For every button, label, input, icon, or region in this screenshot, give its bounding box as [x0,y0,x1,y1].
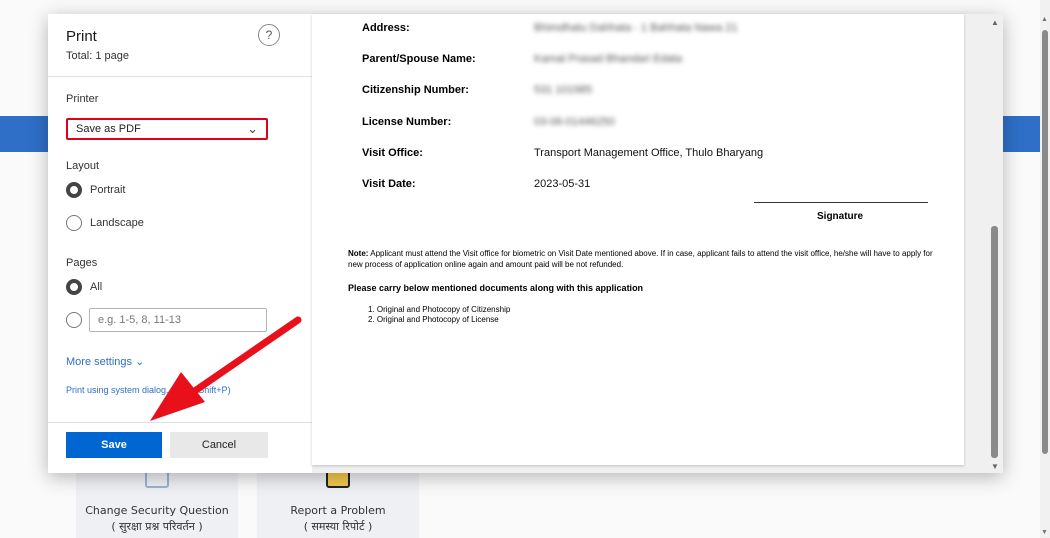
more-settings-link[interactable]: More settings ⌄ [66,355,144,368]
address-value: Bhimdhatu Dahhata - 1 Bahhata Nawa 21 [534,22,738,34]
printer-select[interactable]: Save as PDF ⌄ [66,118,268,140]
visit-office-value: Transport Management Office, Thulo Bhary… [534,147,764,159]
save-button[interactable]: Save [66,432,162,458]
scroll-up-icon[interactable]: ▲ [991,18,999,27]
print-dialog: Print Total: 1 page ? Printer Save as PD… [48,14,1003,473]
parent-name-value: Kamal Prasad Bhandari Edata [534,53,682,65]
scroll-up-icon[interactable]: ▲ [1041,16,1048,23]
system-dialog-link[interactable]: Print using system dialog... (Ctrl+Shift… [66,385,231,395]
radio-label: Landscape [90,217,144,229]
scroll-down-icon[interactable]: ▼ [991,462,999,471]
card-title: Report a Problem [290,504,386,517]
help-icon[interactable]: ? [258,24,280,46]
citizenship-label: Citizenship Number: [362,84,469,96]
signature-line [754,202,928,203]
note-body: Applicant must attend the Visit office f… [348,249,933,269]
radio-label: Portrait [90,184,126,196]
cancel-button[interactable]: Cancel [170,432,268,458]
signature-label: Signature [817,211,864,222]
documents-heading: Please carry below mentioned documents a… [348,283,644,293]
card-subtitle: ( समस्या रिपोर्ट ) [303,520,373,533]
chevron-down-icon: ⌄ [247,121,258,136]
scroll-down-icon[interactable]: ▼ [1041,529,1048,536]
documents-list: 1. Original and Photocopy of Citizenship… [368,305,510,325]
visit-office-label: Visit Office: [362,147,423,159]
page-scrollbar[interactable]: ▲ ▼ [1040,0,1050,538]
printer-select-value: Save as PDF [76,123,141,135]
pages-label: Pages [66,257,98,269]
pages-all-radio[interactable] [66,279,82,295]
printer-label: Printer [66,93,99,105]
parent-name-label: Parent/Spouse Name: [362,53,476,65]
print-settings-panel: Print Total: 1 page ? Printer Save as PD… [48,14,312,473]
preview-page: Address: Bhimdhatu Dahhata - 1 Bahhata N… [312,14,964,465]
pages-custom-radio[interactable] [66,312,82,328]
landscape-radio[interactable] [66,215,82,231]
portrait-radio[interactable] [66,182,82,198]
visit-date-value: 2023-05-31 [534,178,591,190]
visit-date-label: Visit Date: [362,178,416,190]
total-pages: Total: 1 page [66,50,129,62]
note-prefix: Note: [348,249,369,258]
list-item: 1. Original and Photocopy of Citizenship [368,305,511,314]
card-title: Change Security Question [85,504,229,517]
scrollbar-thumb[interactable] [1042,30,1048,454]
divider [48,76,312,77]
divider [48,422,312,423]
layout-label: Layout [66,160,100,172]
pages-range-input[interactable] [89,308,267,332]
pages-custom-option[interactable] [66,312,82,330]
citizenship-value: 531 101985 [534,84,593,96]
print-preview: Address: Bhimdhatu Dahhata - 1 Bahhata N… [312,14,1003,473]
license-label: License Number: [362,116,452,128]
note-text: Note: Applicant must attend the Visit of… [348,248,938,270]
card-subtitle: ( सुरक्षा प्रश्न परिवर्तन ) [111,520,203,533]
preview-scrollbar-thumb[interactable] [991,226,998,458]
radio-label: All [90,281,103,293]
dialog-title: Print [66,28,97,45]
list-item: 2. Original and Photocopy of License [368,315,499,324]
address-label: Address: [362,22,410,34]
preview-scrollbar[interactable]: ▲ ▼ [988,14,1003,473]
license-value: 03-06-01446250 [534,116,615,128]
